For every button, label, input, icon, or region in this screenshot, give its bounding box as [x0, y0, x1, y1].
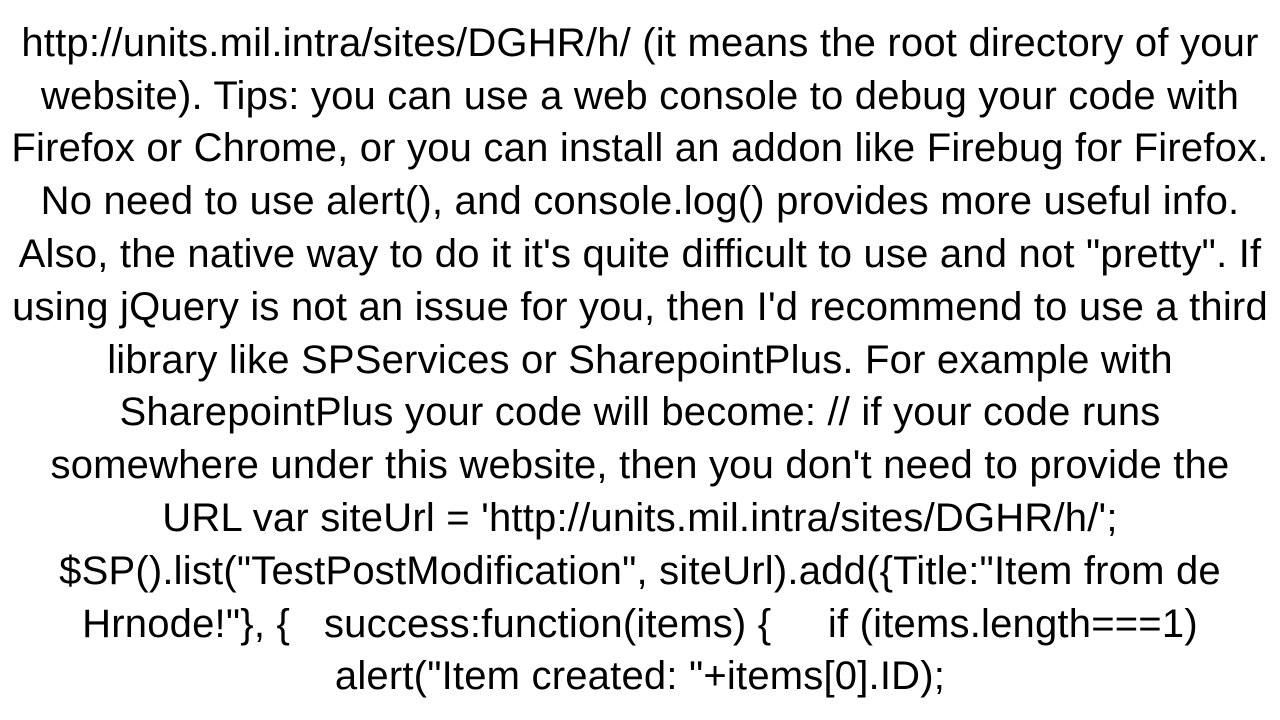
body-text: http://units.mil.intra/sites/DGHR/h/ (it…	[10, 17, 1270, 703]
document-page: http://units.mil.intra/sites/DGHR/h/ (it…	[0, 0, 1280, 720]
